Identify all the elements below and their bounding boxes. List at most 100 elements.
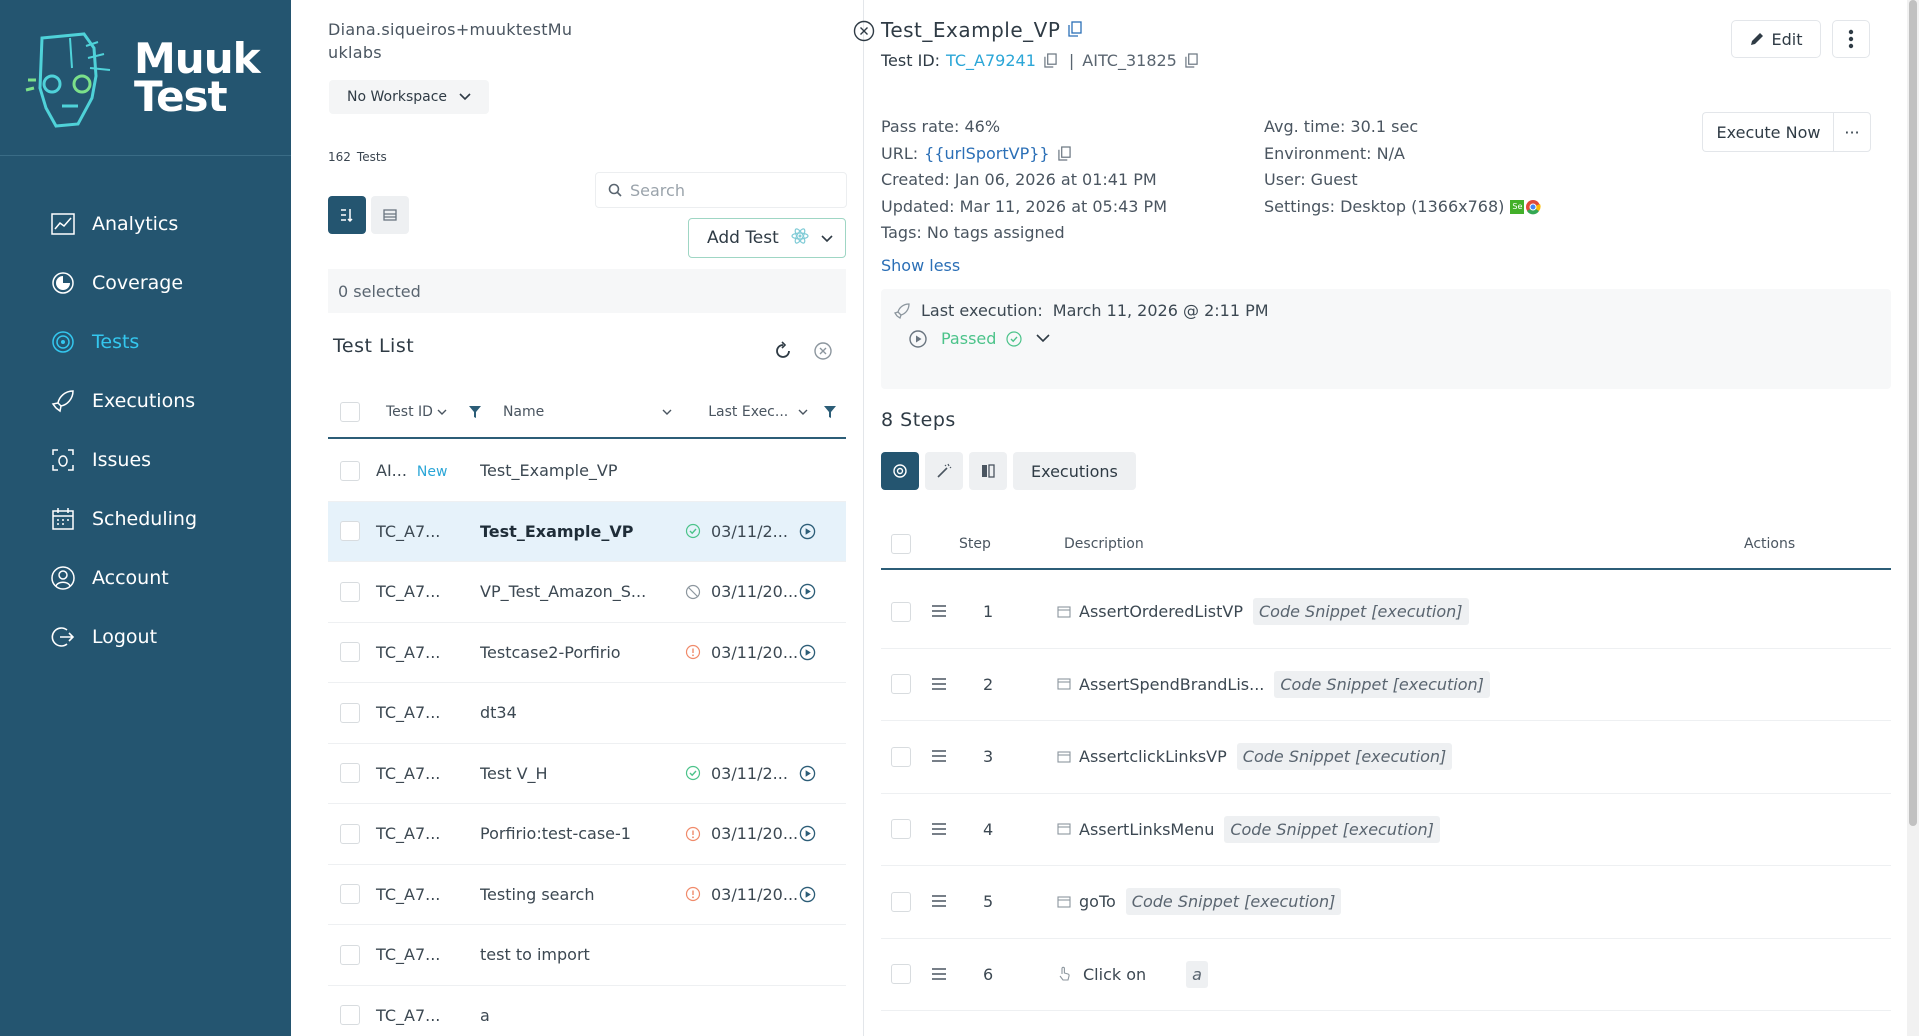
row-checkbox[interactable] [340, 944, 360, 965]
execute-now-button[interactable]: Execute Now [1702, 112, 1834, 152]
row-checkbox[interactable] [340, 1005, 360, 1026]
row-test-name[interactable]: a [480, 1006, 685, 1025]
row-test-name[interactable]: Test_Example_VP [480, 461, 685, 480]
play-icon[interactable] [799, 523, 819, 540]
brand-logo[interactable]: Muuk Test [0, 0, 291, 156]
refresh-icon[interactable] [773, 341, 793, 365]
chevron-down-icon[interactable] [1036, 334, 1050, 343]
select-all-steps-checkbox[interactable] [891, 534, 911, 554]
play-icon[interactable] [799, 825, 819, 842]
close-detail-icon[interactable] [853, 20, 875, 46]
compare-steps-button[interactable] [969, 452, 1007, 490]
column-name[interactable]: Name [503, 404, 544, 420]
table-row[interactable]: TC_A7... VP_Test_Amazon_S... 03/11/20... [328, 562, 846, 623]
step-checkbox[interactable] [891, 964, 911, 985]
sidebar-item-coverage[interactable]: Coverage [0, 253, 291, 312]
row-checkbox[interactable] [340, 823, 360, 844]
scrollbar-thumb[interactable] [1909, 0, 1917, 826]
row-checkbox[interactable] [340, 763, 360, 784]
executions-button[interactable]: Executions [1013, 452, 1136, 490]
copy-icon[interactable] [1057, 146, 1071, 161]
table-view-button[interactable] [371, 196, 409, 234]
drag-handle-icon[interactable] [931, 965, 949, 984]
step-row[interactable]: 4 AssertLinksMenu Code Snippet [execution] [881, 794, 1891, 866]
play-icon[interactable] [799, 765, 819, 782]
test-id-link[interactable]: TC_A79241 [946, 51, 1036, 70]
table-row[interactable]: TC_A7... Test V_H 03/11/2... [328, 744, 846, 804]
workspace-select[interactable]: No Workspace [329, 80, 489, 114]
execute-options-button[interactable]: ··· [1833, 112, 1871, 152]
chevron-down-icon[interactable] [662, 409, 672, 416]
clear-filters-icon[interactable] [813, 341, 833, 365]
copy-icon[interactable] [1068, 18, 1083, 42]
table-row[interactable]: TC_A7... Testcase2-Porfirio 03/11/20... [328, 623, 846, 683]
step-row[interactable]: 1 AssertOrderedListVP Code Snippet [execut… [881, 576, 1891, 649]
step-checkbox[interactable] [891, 819, 911, 840]
steps-view-button[interactable] [881, 452, 919, 490]
sidebar-item-executions[interactable]: Executions [0, 371, 291, 430]
table-row[interactable]: TC_A7... test to import [328, 925, 846, 986]
row-test-name[interactable]: Test V_H [480, 764, 685, 783]
sidebar-item-logout[interactable]: Logout [0, 607, 291, 666]
row-checkbox[interactable] [340, 884, 360, 905]
list-view-button[interactable] [328, 196, 366, 234]
search-input[interactable]: Search [595, 172, 847, 208]
url-value-link[interactable]: {{urlSportVP}} [924, 141, 1049, 168]
row-test-name[interactable]: Testing search [480, 885, 685, 904]
edit-button[interactable]: Edit [1731, 20, 1821, 58]
drag-handle-icon[interactable] [931, 602, 949, 621]
row-test-name[interactable]: Porfirio:test-case-1 [480, 824, 685, 843]
sidebar-item-scheduling[interactable]: Scheduling [0, 489, 291, 548]
sidebar-item-tests[interactable]: Tests [0, 312, 291, 371]
sidebar-item-account[interactable]: Account [0, 548, 291, 607]
chevron-down-icon[interactable] [798, 409, 808, 416]
row-checkbox[interactable] [340, 460, 360, 481]
step-row[interactable]: 2 AssertSpendBrandLis... Code Snippet [exe… [881, 649, 1891, 721]
drag-handle-icon[interactable] [931, 820, 949, 839]
more-options-button[interactable] [1832, 20, 1870, 58]
table-row[interactable]: TC_A7... Porfirio:test-case-1 03/11/20... [328, 804, 846, 865]
column-test-id[interactable]: Test ID [386, 404, 433, 420]
sidebar-item-analytics[interactable]: Analytics [0, 194, 291, 253]
drag-handle-icon[interactable] [931, 675, 949, 694]
row-checkbox[interactable] [340, 581, 360, 602]
row-test-name[interactable]: VP_Test_Amazon_S... [480, 582, 685, 601]
table-row[interactable]: TC_A7... Test_Example_VP 03/11/2... [328, 501, 846, 562]
step-row[interactable]: 3 AssertclickLinksVP Code Snippet [executi… [881, 721, 1891, 794]
edit-steps-button[interactable] [925, 452, 963, 490]
drag-handle-icon[interactable] [931, 892, 949, 911]
row-test-name[interactable]: test to import [480, 945, 685, 964]
table-row[interactable]: AI... New Test_Example_VP [328, 441, 846, 502]
table-row[interactable]: TC_A7... dt34 [328, 683, 846, 744]
filter-icon[interactable] [824, 406, 837, 418]
table-row[interactable]: TC_A7... a [328, 986, 846, 1036]
step-checkbox[interactable] [891, 601, 911, 622]
step-checkbox[interactable] [891, 674, 911, 695]
play-circle-icon[interactable] [909, 329, 927, 348]
row-test-name[interactable]: Testcase2-Porfirio [480, 643, 685, 662]
scrollbar[interactable] [1907, 0, 1919, 1036]
column-last-execution[interactable]: Last Exec... [708, 404, 788, 420]
chevron-down-icon[interactable] [437, 409, 447, 416]
drag-handle-icon[interactable] [931, 747, 949, 766]
row-checkbox[interactable] [340, 702, 360, 723]
filter-icon[interactable] [468, 406, 481, 418]
table-row[interactable]: TC_A7... Testing search 03/11/20... [328, 865, 846, 925]
row-checkbox[interactable] [340, 521, 360, 542]
step-row[interactable]: 5 goTo Code Snippet [execution] [881, 866, 1891, 939]
step-checkbox[interactable] [891, 746, 911, 767]
row-test-name[interactable]: dt34 [480, 703, 685, 722]
row-checkbox[interactable] [340, 642, 360, 663]
last-execution-status[interactable]: Passed [909, 329, 1050, 348]
show-less-link[interactable]: Show less [881, 256, 960, 275]
row-test-name[interactable]: Test_Example_VP [480, 522, 685, 541]
copy-icon[interactable] [1044, 53, 1057, 68]
play-icon[interactable] [799, 886, 819, 903]
copy-icon[interactable] [1185, 53, 1198, 68]
add-test-button[interactable]: Add Test [688, 218, 846, 258]
select-all-checkbox[interactable] [340, 402, 360, 422]
step-checkbox[interactable] [891, 891, 911, 912]
play-icon[interactable] [799, 644, 819, 661]
sidebar-item-issues[interactable]: Issues [0, 430, 291, 489]
play-icon[interactable] [799, 583, 819, 600]
